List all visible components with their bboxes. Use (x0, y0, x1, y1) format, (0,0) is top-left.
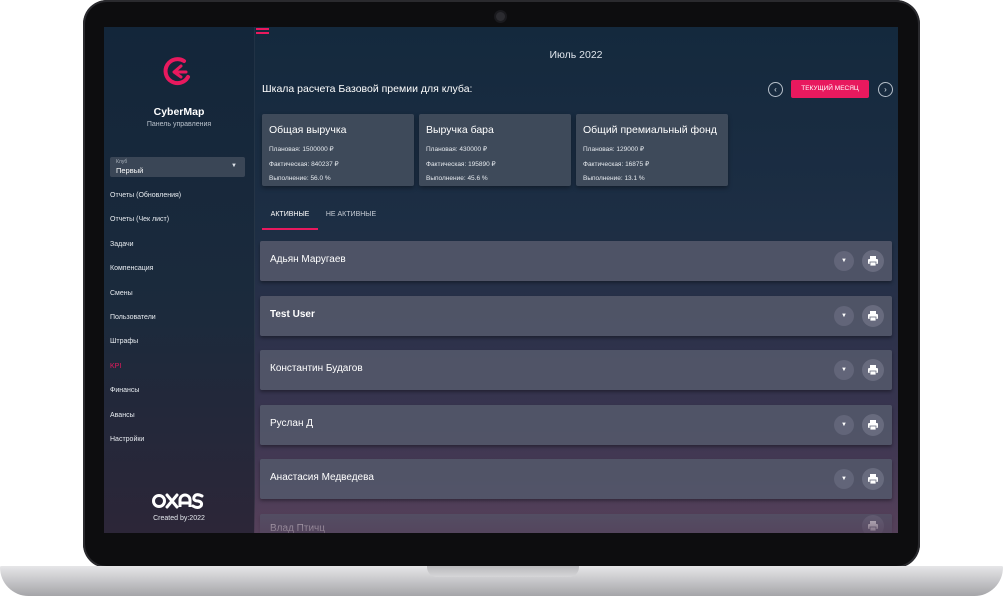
menu-icon[interactable] (256, 28, 269, 36)
app-screen: CyberMap Панель управления Клуб Первый ▼… (104, 27, 898, 533)
print-icon[interactable] (862, 515, 884, 533)
employee-row[interactable]: Test User ▼ (260, 296, 892, 336)
card-completion: Выполнение: 56.0 % (269, 175, 331, 182)
caret-down-icon: ▼ (231, 163, 237, 169)
tab-active[interactable]: АКТИВНЫЕ (262, 207, 318, 230)
expand-caret-icon[interactable]: ▼ (834, 306, 854, 326)
sidebar-item-reports-updates[interactable]: Отчеты (Обновления) (104, 184, 254, 208)
expand-caret-icon[interactable]: ▼ (834, 415, 854, 435)
sidebar-item-advances[interactable]: Авансы (104, 404, 254, 428)
sidebar-item-users[interactable]: Пользователи (104, 306, 254, 330)
card-actual: Фактическая: 16875 ₽ (583, 161, 650, 168)
employee-row[interactable]: Анастасия Медведева ▼ (260, 459, 892, 499)
month-title: Июль 2022 (549, 49, 603, 61)
sidebar-item-kpi[interactable]: KPI (104, 355, 254, 379)
card-actual: Фактическая: 195890 ₽ (426, 161, 496, 168)
chevron-right-icon[interactable]: › (878, 82, 893, 97)
club-select-value: Первый (116, 166, 144, 175)
club-select[interactable]: Клуб Первый ▼ (110, 157, 245, 177)
print-icon[interactable] (862, 305, 884, 327)
employee-row[interactable]: Константин Будагов ▼ (260, 350, 892, 390)
print-icon[interactable] (862, 468, 884, 490)
oxas-logo-icon (152, 493, 204, 509)
card-title: Выручка бара (426, 124, 494, 136)
footer-credits: Created by:2022 (153, 515, 205, 522)
sidebar-item-reports-checklist[interactable]: Отчеты (Чек лист) (104, 208, 254, 232)
card-planned: Плановая: 1500000 ₽ (269, 146, 334, 153)
brand-name: CyberMap (153, 106, 205, 118)
employee-row[interactable]: Руслан Д ▼ (260, 405, 892, 445)
camera-icon (496, 12, 505, 21)
sidebar-item-fines[interactable]: Штрафы (104, 330, 254, 354)
employee-name: Test User (270, 309, 315, 320)
sidebar-nav: Отчеты (Обновления) Отчеты (Чек лист) За… (104, 184, 254, 452)
kpi-card-total-revenue: Общая выручка Плановая: 1500000 ₽ Фактич… (262, 114, 414, 186)
employee-name: Анастасия Медведева (270, 472, 374, 483)
sidebar-item-shifts[interactable]: Смены (104, 282, 254, 306)
kpi-card-bonus-fund: Общий премиальный фонд Плановая: 129000 … (576, 114, 728, 186)
scale-title: Шкала расчета Базовой премии для клуба: (262, 83, 473, 95)
current-month-button[interactable]: ТЕКУЩИЙ МЕСЯЦ (791, 80, 869, 98)
expand-caret-icon[interactable]: ▼ (834, 360, 854, 380)
sidebar-item-tasks[interactable]: Задачи (104, 233, 254, 257)
kpi-card-bar-revenue: Выручка бара Плановая: 430000 ₽ Фактичес… (419, 114, 571, 186)
sidebar-item-settings[interactable]: Настройки (104, 428, 254, 452)
sidebar: CyberMap Панель управления Клуб Первый ▼… (104, 27, 255, 533)
card-actual: Фактическая: 840237 ₽ (269, 161, 339, 168)
expand-caret-icon[interactable]: ▼ (834, 251, 854, 271)
card-completion: Выполнение: 45.6 % (426, 175, 488, 182)
club-select-label: Клуб (116, 159, 128, 165)
card-planned: Плановая: 430000 ₽ (426, 146, 488, 153)
tab-inactive[interactable]: НЕ АКТИВНЫЕ (320, 207, 382, 228)
brand-subtitle: Панель управления (146, 121, 212, 128)
employee-row[interactable]: Влад Птичц (260, 514, 892, 533)
card-completion: Выполнение: 13.1 % (583, 175, 645, 182)
employee-row[interactable]: Адьян Маругаев ▼ (260, 241, 892, 281)
card-title: Общая выручка (269, 124, 347, 136)
employee-name: Константин Будагов (270, 363, 363, 374)
employee-name: Адьян Маругаев (270, 254, 346, 265)
sidebar-item-compensation[interactable]: Компенсация (104, 257, 254, 281)
card-planned: Плановая: 129000 ₽ (583, 146, 645, 153)
card-title: Общий премиальный фонд (583, 124, 717, 136)
print-icon[interactable] (862, 250, 884, 272)
employee-name: Руслан Д (270, 418, 314, 429)
employee-name: Влад Птичц (270, 523, 325, 533)
print-icon[interactable] (862, 414, 884, 436)
expand-caret-icon[interactable]: ▼ (834, 469, 854, 489)
sidebar-item-finance[interactable]: Финансы (104, 379, 254, 403)
cybermap-logo-icon (163, 57, 190, 86)
laptop-notch (427, 566, 579, 577)
chevron-left-icon[interactable]: ‹ (768, 82, 783, 97)
print-icon[interactable] (862, 359, 884, 381)
